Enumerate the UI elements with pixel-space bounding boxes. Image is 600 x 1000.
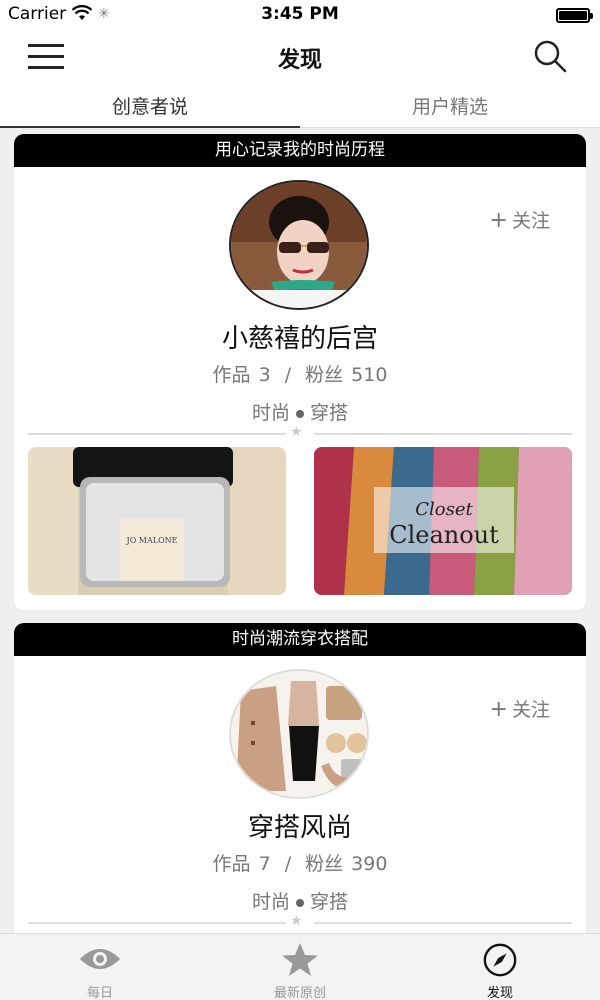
creator-tags: 时尚 穿搭: [251, 402, 349, 424]
card-header: 用心记录我的时尚历程: [14, 134, 586, 167]
svg-text:Cleanout: Cleanout: [389, 521, 499, 549]
star-icon: ★: [290, 424, 303, 440]
svg-text:Closet: Closet: [415, 499, 473, 520]
bottom-tab-bar: 每日 最新原创 发现: [0, 933, 600, 1000]
section-divider: ★: [28, 913, 572, 929]
creator-name: 穿搭风尚: [247, 813, 352, 843]
tab-user-picks[interactable]: 用户精选: [300, 88, 600, 127]
search-icon[interactable]: [532, 38, 568, 74]
tabbar-daily[interactable]: 每日: [0, 934, 200, 1000]
tab-creators[interactable]: 创意者说: [0, 88, 300, 128]
tabbar-label: 最新原创: [273, 986, 326, 1000]
follow-button[interactable]: + 关注: [490, 206, 550, 233]
segment-tabs: 创意者说 用户精选: [0, 88, 600, 128]
tabbar-latest-original[interactable]: 最新原创: [200, 934, 400, 1000]
creator-feed[interactable]: 用心记录我的时尚历程 + 关注 小慈禧的后宫 作品 3 / 粉丝 510 时尚 穿搭: [0, 128, 600, 933]
bullet-dot: [296, 898, 304, 907]
work-thumbnail[interactable]: JO MALONE: [28, 447, 286, 595]
tabbar-discover[interactable]: 发现: [400, 934, 600, 1000]
bullet-dot: [296, 409, 304, 418]
creator-stats: 作品 7 / 粉丝 390: [212, 853, 388, 875]
avatar[interactable]: [229, 669, 369, 799]
creator-name: 小慈禧的后宫: [221, 324, 378, 354]
star-icon: ★: [290, 913, 303, 929]
hamburger-menu-icon[interactable]: [28, 42, 64, 70]
follow-button[interactable]: + 关注: [490, 695, 550, 722]
battery-icon: [556, 8, 593, 23]
star-icon: [200, 942, 400, 978]
tabbar-label: 每日: [86, 986, 113, 1000]
navigation-bar: 发现: [0, 30, 600, 88]
status-time: 3:45 PM: [261, 4, 339, 24]
section-divider: ★: [28, 424, 572, 440]
card-header: 时尚潮流穿衣搭配: [14, 623, 586, 656]
tabbar-label: 发现: [486, 986, 513, 1000]
creator-card[interactable]: 用心记录我的时尚历程 + 关注 小慈禧的后宫 作品 3 / 粉丝 510 时尚 穿搭: [14, 134, 586, 610]
status-bar: Carrier ✳ 3:45 PM: [0, 0, 600, 30]
eye-icon: [0, 942, 200, 978]
creator-card[interactable]: 时尚潮流穿衣搭配 + 关注 穿搭风尚 作品 7 / 粉丝 390 时尚 穿搭 ★: [14, 623, 586, 933]
creator-stats: 作品 3 / 粉丝 510: [212, 364, 388, 386]
work-thumbnail[interactable]: Closet Cleanout: [314, 447, 572, 595]
compass-icon: [400, 942, 600, 978]
creator-tags: 时尚 穿搭: [251, 891, 349, 913]
svg-text:JO MALONE: JO MALONE: [126, 536, 178, 545]
avatar[interactable]: [229, 180, 369, 310]
page-title: 发现: [277, 48, 322, 73]
